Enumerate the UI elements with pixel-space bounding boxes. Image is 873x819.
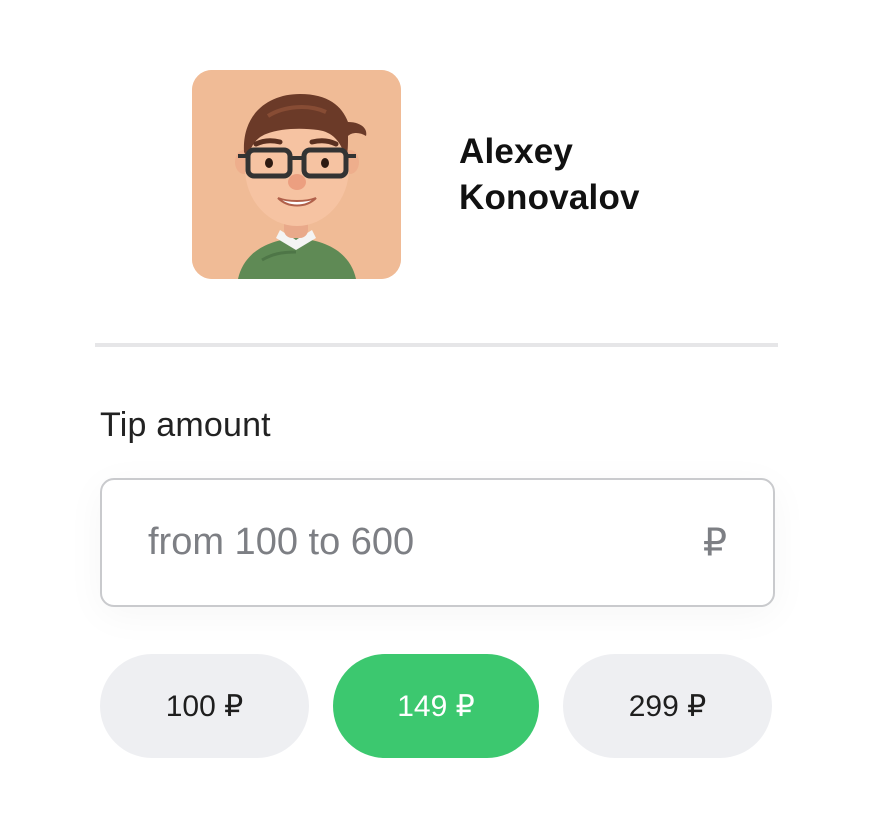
ruble-currency-symbol: ₽ [702,522,727,564]
tip-amount-label: Tip amount [100,406,271,444]
first-name: Alexey [459,131,574,171]
profile-name: Alexey Konovalov [459,129,699,221]
preset-chip-149[interactable]: 149 ₽ [333,654,539,758]
avatar [192,70,401,279]
tip-amount-input[interactable] [148,521,648,564]
preset-chip-299[interactable]: 299 ₽ [563,654,772,758]
divider [95,343,778,347]
tip-presets: 100 ₽ 149 ₽ 299 ₽ [100,654,772,758]
person-3d-avatar-icon [192,70,401,279]
preset-chip-100[interactable]: 100 ₽ [100,654,309,758]
last-name: Konovalov [459,177,640,217]
profile-header: Alexey Konovalov [192,70,699,279]
tip-amount-field[interactable]: ₽ [100,478,775,607]
